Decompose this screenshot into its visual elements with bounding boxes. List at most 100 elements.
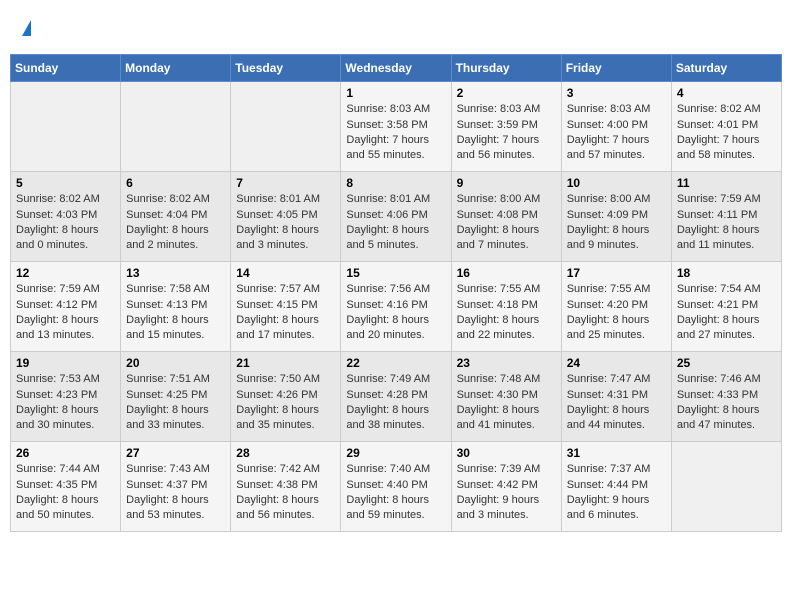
calendar-cell: 18 Sunrise: 7:54 AM Sunset: 4:21 PM Dayli… xyxy=(671,262,781,352)
day-number: 13 xyxy=(126,266,225,280)
day-number: 3 xyxy=(567,86,666,100)
calendar-cell: 4Sunrise: 8:02 AM Sunset: 4:01 PM Daylig… xyxy=(671,82,781,172)
day-number: 14 xyxy=(236,266,335,280)
logo-arrow-icon xyxy=(22,20,31,36)
calendar-cell: 17Sunrise: 7:55 AM Sunset: 4:20 PM Dayli… xyxy=(561,262,671,352)
calendar-cell: 9 Sunrise: 8:00 AM Sunset: 4:08 PM Daylig… xyxy=(451,172,561,262)
day-number: 9 xyxy=(457,176,556,190)
day-number: 10 xyxy=(567,176,666,190)
day-number: 2 xyxy=(457,86,556,100)
day-info: Sunrise: 7:51 AM Sunset: 4:25 PM Dayligh… xyxy=(126,372,225,434)
page-header xyxy=(10,10,782,44)
day-number: 29 xyxy=(346,446,445,460)
day-info: Sunrise: 7:59 AM Sunset: 4:12 PM Dayligh… xyxy=(16,282,115,344)
calendar-cell: 27 Sunrise: 7:43 AM Sunset: 4:37 PM Dayli… xyxy=(121,442,231,532)
day-info: Sunrise: 7:47 AM Sunset: 4:31 PM Dayligh… xyxy=(567,372,666,434)
calendar-cell xyxy=(231,82,341,172)
day-info: Sunrise: 7:46 AM Sunset: 4:33 PM Dayligh… xyxy=(677,372,776,434)
day-info: Sunrise: 8:02 AM Sunset: 4:03 PM Dayligh… xyxy=(16,192,115,254)
calendar-week-2: 5 Sunrise: 8:02 AM Sunset: 4:03 PM Daylig… xyxy=(11,172,782,262)
day-info: Sunrise: 8:00 AM Sunset: 4:09 PM Dayligh… xyxy=(567,192,666,254)
calendar-cell: 5 Sunrise: 8:02 AM Sunset: 4:03 PM Daylig… xyxy=(11,172,121,262)
calendar-cell: 29 Sunrise: 7:40 AM Sunset: 4:40 PM Dayli… xyxy=(341,442,451,532)
day-number: 31 xyxy=(567,446,666,460)
calendar-cell: 24 Sunrise: 7:47 AM Sunset: 4:31 PM Dayli… xyxy=(561,352,671,442)
calendar-cell: 19 Sunrise: 7:53 AM Sunset: 4:23 PM Dayli… xyxy=(11,352,121,442)
day-number: 4 xyxy=(677,86,776,100)
day-info: Sunrise: 7:53 AM Sunset: 4:23 PM Dayligh… xyxy=(16,372,115,434)
calendar-cell: 8 Sunrise: 8:01 AM Sunset: 4:06 PM Daylig… xyxy=(341,172,451,262)
day-number: 30 xyxy=(457,446,556,460)
day-number: 15 xyxy=(346,266,445,280)
day-info: Sunrise: 7:57 AM Sunset: 4:15 PM Dayligh… xyxy=(236,282,335,344)
day-number: 12 xyxy=(16,266,115,280)
day-info: Sunrise: 8:03 AM Sunset: 3:58 PM Dayligh… xyxy=(346,102,445,164)
day-info: Sunrise: 8:02 AM Sunset: 4:04 PM Dayligh… xyxy=(126,192,225,254)
day-number: 27 xyxy=(126,446,225,460)
day-info: Sunrise: 8:03 AM Sunset: 4:00 PM Dayligh… xyxy=(567,102,666,164)
header-tuesday: Tuesday xyxy=(231,55,341,82)
calendar-week-1: 1Sunrise: 8:03 AM Sunset: 3:58 PM Daylig… xyxy=(11,82,782,172)
day-info: Sunrise: 7:55 AM Sunset: 4:18 PM Dayligh… xyxy=(457,282,556,344)
calendar-cell: 16 Sunrise: 7:55 AM Sunset: 4:18 PM Dayli… xyxy=(451,262,561,352)
header-wednesday: Wednesday xyxy=(341,55,451,82)
calendar-header-row: SundayMondayTuesdayWednesdayThursdayFrid… xyxy=(11,55,782,82)
calendar-cell: 2 Sunrise: 8:03 AM Sunset: 3:59 PM Daylig… xyxy=(451,82,561,172)
calendar-cell: 10 Sunrise: 8:00 AM Sunset: 4:09 PM Dayli… xyxy=(561,172,671,262)
day-info: Sunrise: 7:39 AM Sunset: 4:42 PM Dayligh… xyxy=(457,462,556,524)
calendar-cell: 31 Sunrise: 7:37 AM Sunset: 4:44 PM Dayli… xyxy=(561,442,671,532)
day-number: 28 xyxy=(236,446,335,460)
header-sunday: Sunday xyxy=(11,55,121,82)
calendar-cell: 25Sunrise: 7:46 AM Sunset: 4:33 PM Dayli… xyxy=(671,352,781,442)
calendar-cell: 15 Sunrise: 7:56 AM Sunset: 4:16 PM Dayli… xyxy=(341,262,451,352)
day-info: Sunrise: 7:49 AM Sunset: 4:28 PM Dayligh… xyxy=(346,372,445,434)
day-number: 24 xyxy=(567,356,666,370)
day-number: 6 xyxy=(126,176,225,190)
calendar-cell: 13 Sunrise: 7:58 AM Sunset: 4:13 PM Dayli… xyxy=(121,262,231,352)
calendar-cell: 7Sunrise: 8:01 AM Sunset: 4:05 PM Daylig… xyxy=(231,172,341,262)
day-number: 26 xyxy=(16,446,115,460)
day-info: Sunrise: 7:50 AM Sunset: 4:26 PM Dayligh… xyxy=(236,372,335,434)
day-number: 8 xyxy=(346,176,445,190)
calendar-cell: 11 Sunrise: 7:59 AM Sunset: 4:11 PM Dayli… xyxy=(671,172,781,262)
day-info: Sunrise: 8:03 AM Sunset: 3:59 PM Dayligh… xyxy=(457,102,556,164)
day-info: Sunrise: 7:37 AM Sunset: 4:44 PM Dayligh… xyxy=(567,462,666,524)
logo xyxy=(20,15,31,39)
calendar-week-5: 26Sunrise: 7:44 AM Sunset: 4:35 PM Dayli… xyxy=(11,442,782,532)
day-info: Sunrise: 7:42 AM Sunset: 4:38 PM Dayligh… xyxy=(236,462,335,524)
day-number: 16 xyxy=(457,266,556,280)
day-number: 23 xyxy=(457,356,556,370)
calendar-cell: 22 Sunrise: 7:49 AM Sunset: 4:28 PM Dayli… xyxy=(341,352,451,442)
calendar-cell xyxy=(121,82,231,172)
calendar-cell: 28 Sunrise: 7:42 AM Sunset: 4:38 PM Dayli… xyxy=(231,442,341,532)
calendar-cell: 1Sunrise: 8:03 AM Sunset: 3:58 PM Daylig… xyxy=(341,82,451,172)
day-info: Sunrise: 7:40 AM Sunset: 4:40 PM Dayligh… xyxy=(346,462,445,524)
calendar-cell: 6 Sunrise: 8:02 AM Sunset: 4:04 PM Daylig… xyxy=(121,172,231,262)
day-info: Sunrise: 7:58 AM Sunset: 4:13 PM Dayligh… xyxy=(126,282,225,344)
day-info: Sunrise: 7:43 AM Sunset: 4:37 PM Dayligh… xyxy=(126,462,225,524)
calendar-cell: 20 Sunrise: 7:51 AM Sunset: 4:25 PM Dayli… xyxy=(121,352,231,442)
day-number: 11 xyxy=(677,176,776,190)
day-info: Sunrise: 7:59 AM Sunset: 4:11 PM Dayligh… xyxy=(677,192,776,254)
calendar-cell: 23 Sunrise: 7:48 AM Sunset: 4:30 PM Dayli… xyxy=(451,352,561,442)
day-info: Sunrise: 7:55 AM Sunset: 4:20 PM Dayligh… xyxy=(567,282,666,344)
day-info: Sunrise: 7:48 AM Sunset: 4:30 PM Dayligh… xyxy=(457,372,556,434)
calendar-cell: 3 Sunrise: 8:03 AM Sunset: 4:00 PM Daylig… xyxy=(561,82,671,172)
calendar-cell xyxy=(11,82,121,172)
day-info: Sunrise: 8:01 AM Sunset: 4:06 PM Dayligh… xyxy=(346,192,445,254)
day-number: 21 xyxy=(236,356,335,370)
day-info: Sunrise: 8:00 AM Sunset: 4:08 PM Dayligh… xyxy=(457,192,556,254)
day-number: 5 xyxy=(16,176,115,190)
day-number: 18 xyxy=(677,266,776,280)
day-number: 19 xyxy=(16,356,115,370)
day-info: Sunrise: 8:01 AM Sunset: 4:05 PM Dayligh… xyxy=(236,192,335,254)
calendar-cell xyxy=(671,442,781,532)
header-saturday: Saturday xyxy=(671,55,781,82)
day-info: Sunrise: 7:56 AM Sunset: 4:16 PM Dayligh… xyxy=(346,282,445,344)
calendar-cell: 12 Sunrise: 7:59 AM Sunset: 4:12 PM Dayli… xyxy=(11,262,121,352)
calendar-week-3: 12 Sunrise: 7:59 AM Sunset: 4:12 PM Dayli… xyxy=(11,262,782,352)
day-info: Sunrise: 7:54 AM Sunset: 4:21 PM Dayligh… xyxy=(677,282,776,344)
day-number: 20 xyxy=(126,356,225,370)
day-number: 22 xyxy=(346,356,445,370)
calendar-cell: 14 Sunrise: 7:57 AM Sunset: 4:15 PM Dayli… xyxy=(231,262,341,352)
